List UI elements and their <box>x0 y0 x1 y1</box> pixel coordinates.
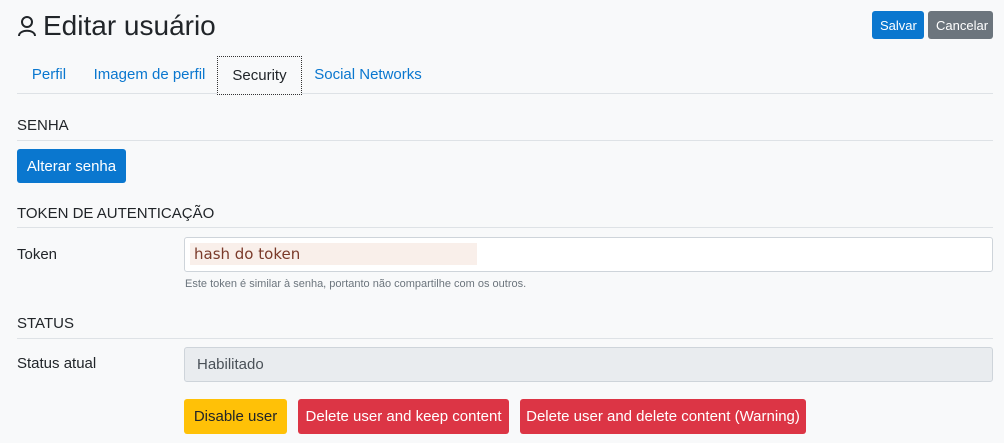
status-field: Habilitado <box>184 347 993 382</box>
status-divider <box>17 338 993 339</box>
tab-bar: Perfil Imagem de perfil Security Social … <box>17 56 993 95</box>
token-section-title: TOKEN DE AUTENTICAÇÃO <box>17 205 215 222</box>
senha-divider <box>17 140 993 141</box>
save-button[interactable]: Salvar <box>872 11 924 39</box>
tab-imagem-de-perfil[interactable]: Imagem de perfil <box>83 56 216 94</box>
status-section-title: STATUS <box>17 315 74 332</box>
user-icon <box>17 14 37 38</box>
delete-user-keep-content-button[interactable]: Delete user and keep content <box>298 399 509 434</box>
delete-user-delete-content-button[interactable]: Delete user and delete content (Warning) <box>520 399 806 434</box>
token-field[interactable]: hash do token <box>184 237 993 272</box>
page-title: Editar usuário <box>43 10 216 41</box>
token-divider <box>17 227 993 228</box>
tab-security[interactable]: Security <box>217 56 302 95</box>
status-label: Status atual <box>17 355 97 372</box>
disable-user-button[interactable]: Disable user <box>184 399 287 434</box>
token-value: hash do token <box>190 243 477 265</box>
cancel-button[interactable]: Cancelar <box>928 11 993 39</box>
token-label: Token <box>17 246 58 263</box>
token-help-text: Este token é similar à senha, portanto n… <box>185 278 527 290</box>
status-value: Habilitado <box>197 356 264 373</box>
senha-section-title: SENHA <box>17 117 69 134</box>
tab-perfil[interactable]: Perfil <box>17 56 81 94</box>
tab-social-networks[interactable]: Social Networks <box>302 56 434 94</box>
change-password-button[interactable]: Alterar senha <box>17 149 126 183</box>
page-header: Editar usuário <box>17 8 216 44</box>
edit-user-page: Editar usuário Salvar Cancelar Perfil Im… <box>0 0 1004 443</box>
